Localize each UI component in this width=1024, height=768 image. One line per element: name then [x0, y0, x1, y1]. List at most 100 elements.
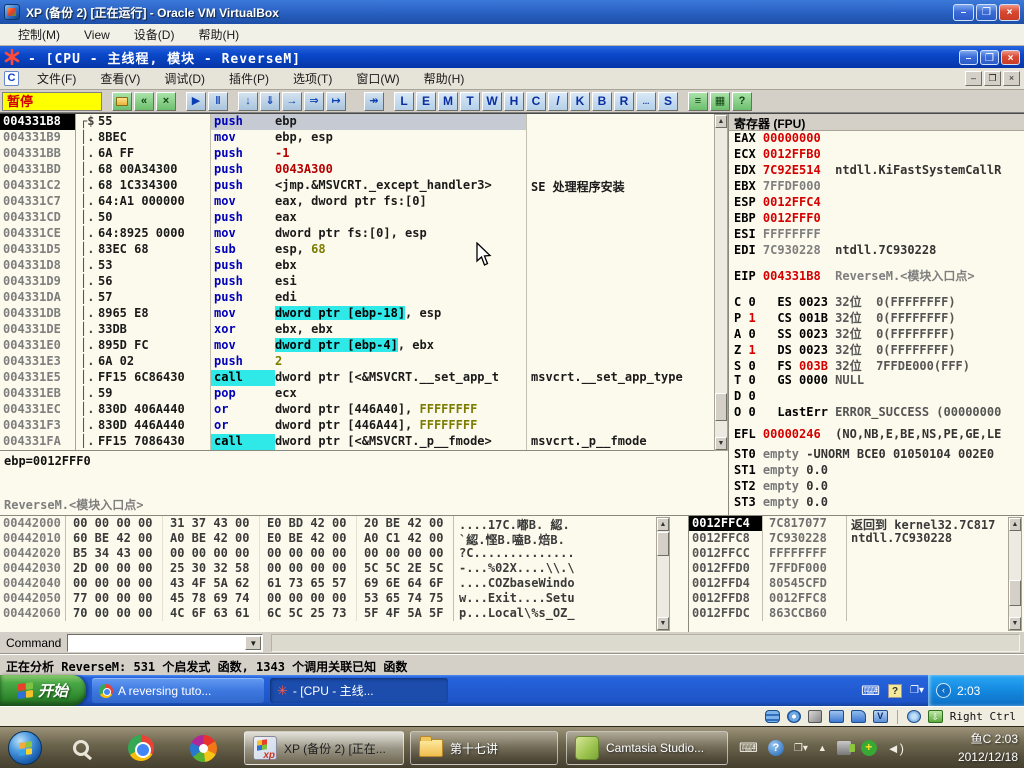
- disasm-row[interactable]: 004331DA│.57pushedi: [0, 290, 714, 306]
- host-task-virtualbox[interactable]: XP (备份 2) [正在...: [244, 731, 404, 765]
- pause-button[interactable]: ‖: [208, 92, 228, 111]
- disasm-row[interactable]: 004331E3│.6A 02push2: [0, 354, 714, 370]
- disassembly-scrollbar[interactable]: ▲ ▼: [714, 114, 728, 451]
- olly-minimize-button[interactable]: –: [959, 50, 978, 65]
- flag-row[interactable]: Z 1 DS 0023 32位 0(FFFFFFFF): [729, 341, 1024, 357]
- disasm-row[interactable]: 004331D5│.83EC 68subesp, 68: [0, 242, 714, 258]
- dump-row[interactable]: 0044205077 00 00 0045 78 69 7400 00 00 0…: [0, 591, 688, 606]
- go-to-address-button[interactable]: ↠: [364, 92, 384, 111]
- host-clock[interactable]: 鱼C 2:03 2012/12/18: [958, 730, 1018, 766]
- toolbar-letter-button-R[interactable]: R: [614, 92, 634, 111]
- scroll-down-icon[interactable]: ▼: [657, 617, 669, 630]
- toolbar-letter-button-B[interactable]: B: [592, 92, 612, 111]
- xp-task-ollydbg[interactable]: ✳ - [CPU - 主线...: [270, 678, 448, 703]
- stack-row[interactable]: 0012FFD480545CFD: [689, 576, 1024, 591]
- disasm-row[interactable]: 004331E5│.FF15 6C86430calldword ptr [<&M…: [0, 370, 714, 386]
- restore-guest-icon[interactable]: ❐▾: [910, 685, 924, 696]
- dump-row[interactable]: 004420302D 00 00 0025 30 32 5800 00 00 0…: [0, 561, 688, 576]
- stack-row[interactable]: 0012FFD07FFDF000: [689, 561, 1024, 576]
- usb-icon[interactable]: [808, 710, 822, 723]
- optical-disc-icon[interactable]: [787, 710, 801, 723]
- olly-menu-item-4[interactable]: 选项(T): [281, 68, 344, 89]
- stack-scrollbar[interactable]: ▲ ▼: [1008, 517, 1022, 631]
- volume-mixer-icon[interactable]: [837, 741, 851, 755]
- register-row[interactable]: ESP 0012FFC4: [729, 195, 1024, 211]
- vbox-menu-item-3[interactable]: 帮助(H): [188, 24, 249, 45]
- disasm-row[interactable]: 004331CE│.64:8925 0000movdword ptr fs:[0…: [0, 226, 714, 242]
- antivirus-360-icon[interactable]: +: [861, 740, 877, 756]
- host-task-folder[interactable]: 第十七讲: [410, 731, 558, 765]
- stack-row[interactable]: 0012FFD80012FFC8: [689, 591, 1024, 606]
- mdi-close-button[interactable]: ×: [1003, 71, 1020, 86]
- register-row[interactable]: EDX 7C92E514 ntdll.KiFastSystemCallR: [729, 163, 1024, 179]
- stack-row[interactable]: 0012FFC47C817077返回到 kernel32.7C817: [689, 516, 1024, 531]
- olly-menu-item-6[interactable]: 帮助(H): [412, 68, 477, 89]
- appearance-options-button[interactable]: ≡: [688, 92, 708, 111]
- keyboard-layout-icon[interactable]: ⌨: [861, 683, 880, 699]
- host-chrome-button[interactable]: [126, 734, 156, 762]
- registers-pane[interactable]: 寄存器 (FPU) EAX 00000000ECX 0012FFB0EDX 7C…: [728, 114, 1024, 516]
- host-browser360-button[interactable]: [188, 734, 218, 762]
- vbox-minimize-button[interactable]: –: [953, 4, 974, 21]
- fpu-register-row[interactable]: ST2 empty 0.0: [729, 479, 1024, 495]
- disasm-row[interactable]: 004331BD│.68 00A34300push0043A300: [0, 162, 714, 178]
- register-row[interactable]: EBX 7FFDF000: [729, 179, 1024, 195]
- vbox-menu-item-2[interactable]: 设备(D): [124, 24, 185, 45]
- xp-start-button[interactable]: 开始: [0, 675, 86, 706]
- disasm-row[interactable]: 004331EC│.830D 406A440ordword ptr [446A4…: [0, 402, 714, 418]
- keyboard-layout-icon[interactable]: ⌨: [739, 740, 758, 756]
- auto-resize-icon[interactable]: ⇩: [928, 710, 943, 723]
- disasm-row[interactable]: 004331DE│.33DBxorebx, ebx: [0, 322, 714, 338]
- virtualization-icon[interactable]: V: [873, 710, 888, 723]
- stack-row[interactable]: 0012FFCCFFFFFFFF: [689, 546, 1024, 561]
- restart-button[interactable]: «: [134, 92, 154, 111]
- trace-into-button[interactable]: →: [282, 92, 302, 111]
- dump-row[interactable]: 0044206070 00 00 004C 6F 63 616C 5C 25 7…: [0, 606, 688, 621]
- register-row[interactable]: ECX 0012FFB0: [729, 147, 1024, 163]
- step-into-button[interactable]: ↓: [238, 92, 258, 111]
- disasm-row[interactable]: 004331C2│.68 1C334300push<jmp.&MSVCRT._e…: [0, 178, 714, 194]
- flag-row[interactable]: P 1 CS 001B 32位 0(FFFFFFFF): [729, 309, 1024, 325]
- hide-icons-icon[interactable]: ‹: [936, 683, 951, 698]
- close-debuggee-button[interactable]: ×: [156, 92, 176, 111]
- stack-row[interactable]: 0012FFC87C930228ntdll.7C930228: [689, 531, 1024, 546]
- help-tray-icon[interactable]: ?: [888, 684, 902, 698]
- host-search-button[interactable]: [66, 734, 96, 762]
- register-row[interactable]: EDI 7C930228 ntdll.7C930228: [729, 243, 1024, 259]
- toolbar-letter-button-M[interactable]: M: [438, 92, 458, 111]
- disasm-row[interactable]: 004331CD│.50pusheax: [0, 210, 714, 226]
- toolbar-letter-button-K[interactable]: K: [570, 92, 590, 111]
- host-start-button[interactable]: [8, 731, 42, 765]
- disasm-row[interactable]: 004331F3│.830D 446A440ordword ptr [446A4…: [0, 418, 714, 434]
- toolbar-letter-button-S[interactable]: S: [658, 92, 678, 111]
- scroll-up-icon[interactable]: ▲: [657, 518, 669, 531]
- fpu-register-row[interactable]: ST0 empty -UNORM BCE0 01050104 002E0: [729, 447, 1024, 463]
- show-hidden-icons-icon[interactable]: ▲: [818, 743, 827, 753]
- network-icon[interactable]: [907, 710, 921, 723]
- stack-pane[interactable]: 0012FFC47C817077返回到 kernel32.7C8170012FF…: [688, 516, 1024, 633]
- hard-disk-icon[interactable]: [765, 710, 780, 723]
- toolbar-letter-button-L[interactable]: L: [394, 92, 414, 111]
- dump-row[interactable]: 0044204000 00 00 0043 4F 5A 6261 73 65 5…: [0, 576, 688, 591]
- toolbar-letter-button-E[interactable]: E: [416, 92, 436, 111]
- trace-over-button[interactable]: ⇒: [304, 92, 324, 111]
- toolbar-letter-button-W[interactable]: W: [482, 92, 502, 111]
- help-tray-icon[interactable]: ?: [768, 740, 784, 756]
- flag-row[interactable]: T 0 GS 0000 NULL: [729, 373, 1024, 389]
- disassembly-pane[interactable]: 004331B8┌$55pushebp004331B9│.8BECmovebp,…: [0, 114, 714, 451]
- dropdown-arrow-icon[interactable]: ▼: [245, 636, 261, 650]
- disasm-row[interactable]: 004331BB│.6A FFpush-1: [0, 146, 714, 162]
- toolbar-letter-button-dotdotdot[interactable]: ...: [636, 92, 656, 111]
- memory-dump-pane[interactable]: 0044200000 00 00 0031 37 43 00E0 BD 42 0…: [0, 516, 688, 633]
- dump-row[interactable]: 0044201060 BE 42 00A0 BE 42 00E0 BE 42 0…: [0, 531, 688, 546]
- register-row-eip[interactable]: EIP 004331B8 ReverseM.<模块入口点>: [729, 267, 1024, 283]
- disasm-row[interactable]: 004331EB│.59popecx: [0, 386, 714, 402]
- vbox-menu-item-0[interactable]: 控制(M): [8, 24, 70, 45]
- mdi-restore-button[interactable]: ❐: [984, 71, 1001, 86]
- olly-menu-item-5[interactable]: 窗口(W): [344, 68, 411, 89]
- disasm-row[interactable]: 004331D9│.56pushesi: [0, 274, 714, 290]
- flag-row[interactable]: S 0 FS 003B 32位 7FFDE000(FFF): [729, 357, 1024, 373]
- open-file-button[interactable]: [112, 92, 132, 111]
- scroll-thumb[interactable]: [657, 532, 669, 556]
- vbox-menu-item-1[interactable]: View: [74, 26, 120, 44]
